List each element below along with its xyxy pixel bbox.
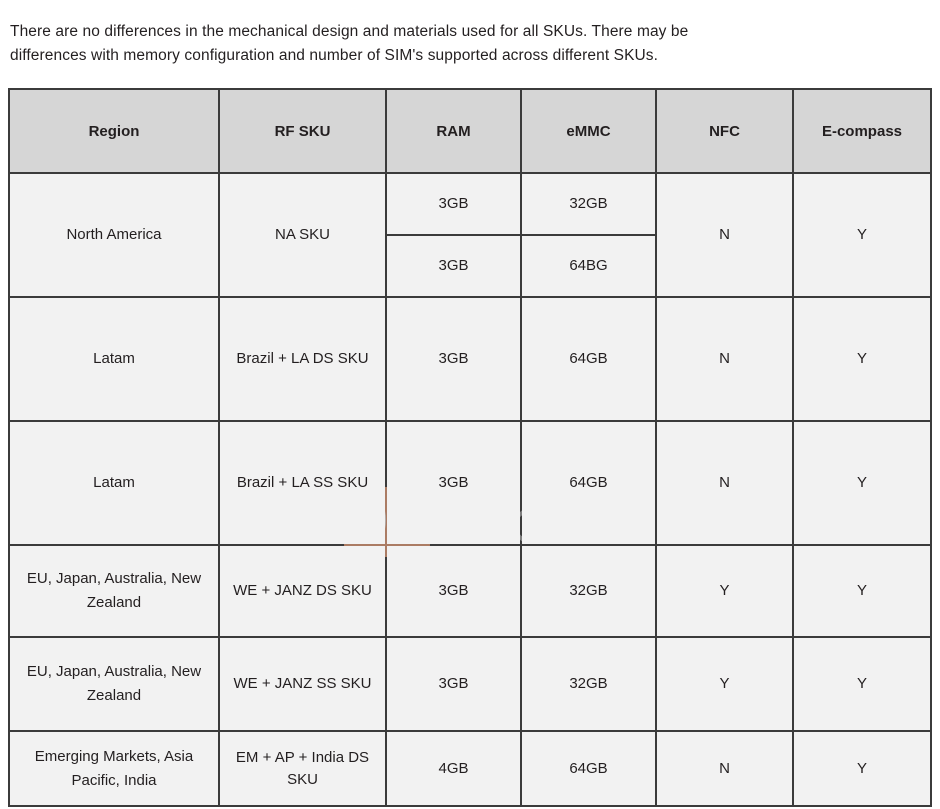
cell-rf-sku: Brazil + LA DS SKU	[218, 296, 387, 422]
cell-ram: 3GB	[385, 544, 522, 638]
cell-emmc: 32GB	[520, 172, 657, 236]
table-row: North America NA SKU 3GB 32GB N Y	[8, 172, 932, 298]
document-page: There are no differences in the mechanic…	[0, 0, 940, 809]
column-header-rf-sku: RF SKU	[218, 88, 387, 174]
cell-region: EU, Japan, Australia, New Zealand	[8, 544, 220, 638]
cell-emmc: 32GB	[520, 544, 657, 638]
sku-spec-table: Region RF SKU RAM eMMC NFC E-compass Nor…	[8, 88, 932, 807]
intro-line-1: There are no differences in the mechanic…	[10, 22, 689, 40]
cell-rf-sku: WE + JANZ DS SKU	[218, 544, 387, 638]
table-row: EU, Japan, Australia, New Zealand WE + JA…	[8, 636, 932, 732]
cell-ram: 4GB	[385, 730, 522, 807]
intro-line-2: differences with memory configuration an…	[10, 46, 659, 64]
table-body: North America NA SKU 3GB 32GB N Y 3GB 64BG Latam…	[8, 172, 932, 807]
cell-region: EU, Japan, Australia, New Zealand	[8, 636, 220, 732]
column-header-region: Region	[8, 88, 220, 174]
column-header-nfc: NFC	[655, 88, 794, 174]
cell-emmc: 64BG	[520, 234, 657, 298]
cell-emmc: 64GB	[520, 420, 657, 546]
cell-rf-sku: EM + AP + India DS SKU	[218, 730, 387, 807]
cell-ram: 3GB	[385, 296, 522, 422]
table-row: Latam Brazil + LA DS SKU 3GB 64GB N Y	[8, 296, 932, 422]
table-row: EU, Japan, Australia, New Zealand WE + JA…	[8, 544, 932, 638]
cell-nfc: N	[655, 296, 794, 422]
sku-spec-table-container: Region RF SKU RAM eMMC NFC E-compass Nor…	[8, 88, 932, 807]
cell-ram: 3GB	[385, 636, 522, 732]
cell-nfc: Y	[655, 636, 794, 732]
cell-region: Latam	[8, 296, 220, 422]
cell-nfc: N	[655, 730, 794, 807]
cell-ecompass: Y	[792, 544, 932, 638]
table-row: Emerging Markets, Asia Pacific, India EM …	[8, 730, 932, 807]
table-row: Latam Brazil + LA SS SKU 3GB 64GB N Y	[8, 420, 932, 546]
cell-rf-sku: Brazil + LA SS SKU	[218, 420, 387, 546]
column-header-ram: RAM	[385, 88, 522, 174]
cell-nfc: N	[655, 172, 794, 298]
table-header: Region RF SKU RAM eMMC NFC E-compass	[8, 88, 932, 174]
cell-region: North America	[8, 172, 220, 298]
cell-ecompass: Y	[792, 172, 932, 298]
cell-ram: 3GB	[385, 172, 522, 236]
cell-emmc: 64GB	[520, 730, 657, 807]
cell-ram: 3GB	[385, 420, 522, 546]
cell-emmc: 32GB	[520, 636, 657, 732]
cell-nfc: N	[655, 420, 794, 546]
cell-rf-sku: WE + JANZ SS SKU	[218, 636, 387, 732]
cell-region: Latam	[8, 420, 220, 546]
table-header-row: Region RF SKU RAM eMMC NFC E-compass	[8, 88, 932, 174]
column-header-emmc: eMMC	[520, 88, 657, 174]
cell-ram: 3GB	[385, 234, 522, 298]
cell-ecompass: Y	[792, 636, 932, 732]
column-header-ecompass: E-compass	[792, 88, 932, 174]
cell-ecompass: Y	[792, 730, 932, 807]
cell-nfc: Y	[655, 544, 794, 638]
cell-region: Emerging Markets, Asia Pacific, India	[8, 730, 220, 807]
cell-ecompass: Y	[792, 296, 932, 422]
cell-ecompass: Y	[792, 420, 932, 546]
intro-paragraph: There are no differences in the mechanic…	[10, 20, 930, 68]
cell-rf-sku: NA SKU	[218, 172, 387, 298]
cell-emmc: 64GB	[520, 296, 657, 422]
